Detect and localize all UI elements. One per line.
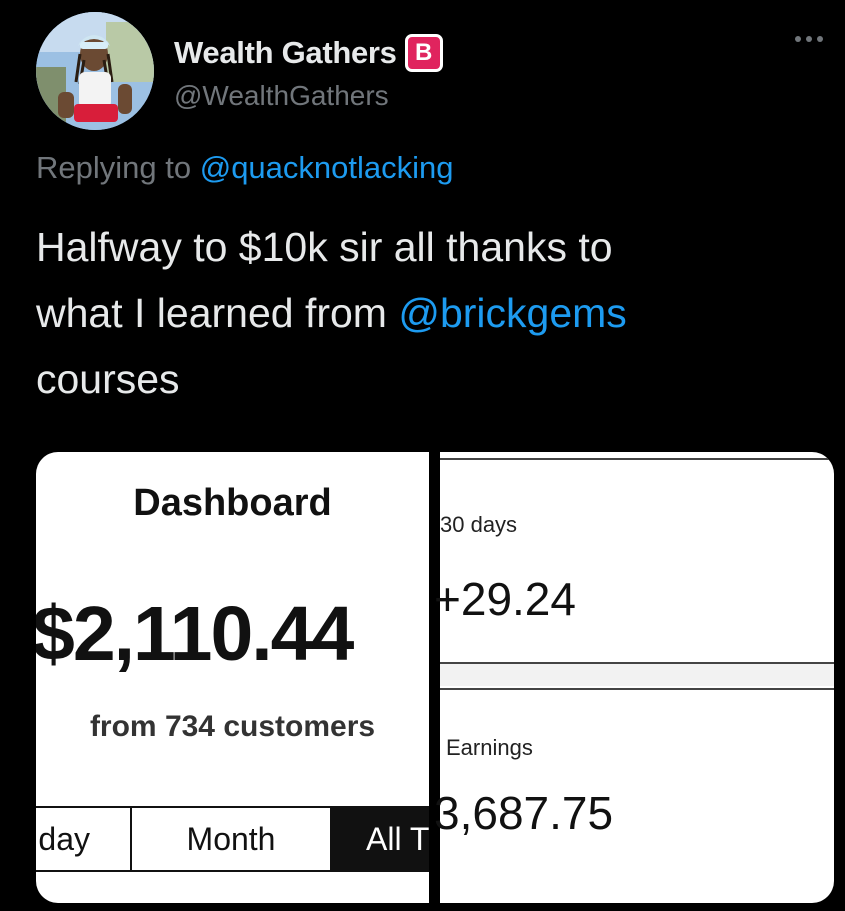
tweet-media[interactable]: Dashboard $2,110.44 from 734 customers d… <box>36 452 834 903</box>
tab-all-time[interactable]: All T <box>332 808 429 870</box>
middle-rule-bottom <box>440 688 834 690</box>
dashboard-amount: $2,110.44 <box>36 591 354 677</box>
top-rule <box>440 458 834 460</box>
tweet-text-line-3: courses <box>36 356 180 402</box>
period-value: +29.24 <box>434 573 576 625</box>
earnings-value: 3,687.75 <box>434 787 614 839</box>
tweet-text-line-2-prefix: what I learned from <box>36 290 387 336</box>
dashboard-subtitle: from 734 customers <box>89 710 376 743</box>
ellipsis-icon[interactable] <box>795 36 823 42</box>
avatar[interactable] <box>36 12 154 130</box>
replying-to: Replying to @quacknotlacking <box>36 150 454 186</box>
dashboard-screenshot: Dashboard $2,110.44 from 734 customers d… <box>36 452 429 903</box>
tweet-text: Halfway to $10k sir all thanks to what I… <box>36 214 816 412</box>
badge-letter: B <box>414 39 433 66</box>
author-name-row: Wealth Gathers B <box>174 34 443 72</box>
replying-prefix: Replying to <box>36 150 192 185</box>
tab-day[interactable]: day <box>36 808 132 870</box>
brand-badge-icon: B <box>404 34 443 72</box>
dashboard-title: Dashboard <box>133 482 332 524</box>
earnings-label: Earnings <box>446 735 533 760</box>
tweet-text-line-2: what I learned from @brickgems <box>36 280 816 346</box>
separator-band <box>440 664 834 686</box>
brickgems-mention-link[interactable]: @brickgems <box>398 290 626 336</box>
period-label: 30 days <box>440 512 518 537</box>
replying-mention-link[interactable]: @quacknotlacking <box>200 150 454 185</box>
stats-screenshot: 30 days +29.24 Earnings 3,687.75 <box>434 452 834 903</box>
tweet-text-line-1: Halfway to $10k sir all thanks to <box>36 224 613 270</box>
period-tabs: day Month All T <box>36 806 429 872</box>
user-handle[interactable]: @WealthGathers <box>174 80 389 112</box>
avatar-image <box>36 12 154 130</box>
tab-month[interactable]: Month <box>132 808 332 870</box>
display-name[interactable]: Wealth Gathers <box>174 35 397 71</box>
